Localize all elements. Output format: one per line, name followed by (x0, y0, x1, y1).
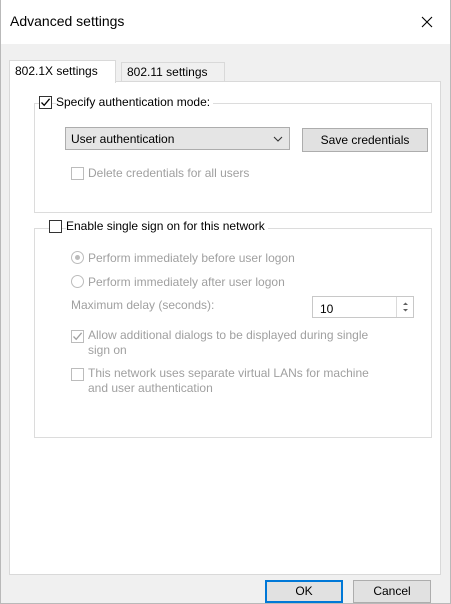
advanced-settings-dialog: Advanced settings 802.1X settings 802.11… (0, 0, 451, 604)
tab-80211-settings[interactable]: 802.11 settings (121, 62, 225, 82)
before-logon-label: Perform immediately before user logon (88, 251, 295, 265)
authentication-mode-select[interactable]: User authentication (65, 127, 290, 150)
tab-panel-8021x: Specify authentication mode: User authen… (9, 81, 441, 575)
title-bar: Advanced settings (1, 0, 450, 44)
maximum-delay-value: 10 (320, 302, 334, 316)
save-credentials-label: Save credentials (320, 133, 410, 147)
allow-additional-dialogs-label-line2: sign on (88, 343, 127, 357)
window-title: Advanced settings (10, 13, 125, 29)
ok-label: OK (295, 584, 313, 598)
maximum-delay-spinner[interactable]: 10 (312, 296, 414, 318)
enable-single-sign-on-label: Enable single sign on for this network (66, 219, 268, 233)
after-logon-radio[interactable] (71, 275, 84, 288)
separate-vlans-label-line1: This network uses separate virtual LANs … (88, 366, 369, 380)
chevron-down-icon (273, 136, 283, 142)
cancel-label: Cancel (373, 584, 411, 598)
tab-label: 802.1X settings (15, 64, 98, 78)
checkmark-icon (41, 98, 51, 107)
enable-single-sign-on-checkbox[interactable] (49, 220, 62, 233)
allow-additional-dialogs-label-line1: Allow additional dialogs to be displayed… (88, 328, 369, 342)
delete-credentials-label: Delete credentials for all users (88, 166, 250, 180)
specify-authentication-checkbox[interactable] (39, 96, 52, 109)
delete-credentials-checkbox[interactable] (71, 167, 84, 180)
cancel-button[interactable]: Cancel (353, 580, 431, 603)
tab-8021x-settings[interactable]: 802.1X settings (9, 60, 116, 83)
spinner-buttons[interactable] (396, 297, 413, 317)
close-icon (421, 16, 433, 28)
maximum-delay-label: Maximum delay (seconds): (71, 298, 215, 312)
after-logon-label: Perform immediately after user logon (88, 275, 285, 289)
authentication-mode-value: User authentication (71, 132, 175, 146)
separate-vlans-checkbox[interactable] (71, 368, 84, 381)
close-button[interactable] (404, 0, 450, 44)
tab-label: 802.11 settings (127, 65, 208, 79)
checkmark-icon (73, 332, 83, 341)
before-logon-radio[interactable] (71, 251, 84, 264)
radio-selected-dot (75, 255, 80, 260)
spinner-arrows-icon (403, 302, 408, 312)
authentication-group (34, 103, 432, 213)
allow-additional-dialogs-checkbox[interactable] (71, 330, 84, 343)
specify-authentication-label: Specify authentication mode: (56, 95, 214, 109)
separate-vlans-label-line2: and user authentication (88, 381, 213, 395)
ok-button[interactable]: OK (265, 580, 343, 603)
save-credentials-button[interactable]: Save credentials (302, 128, 428, 152)
